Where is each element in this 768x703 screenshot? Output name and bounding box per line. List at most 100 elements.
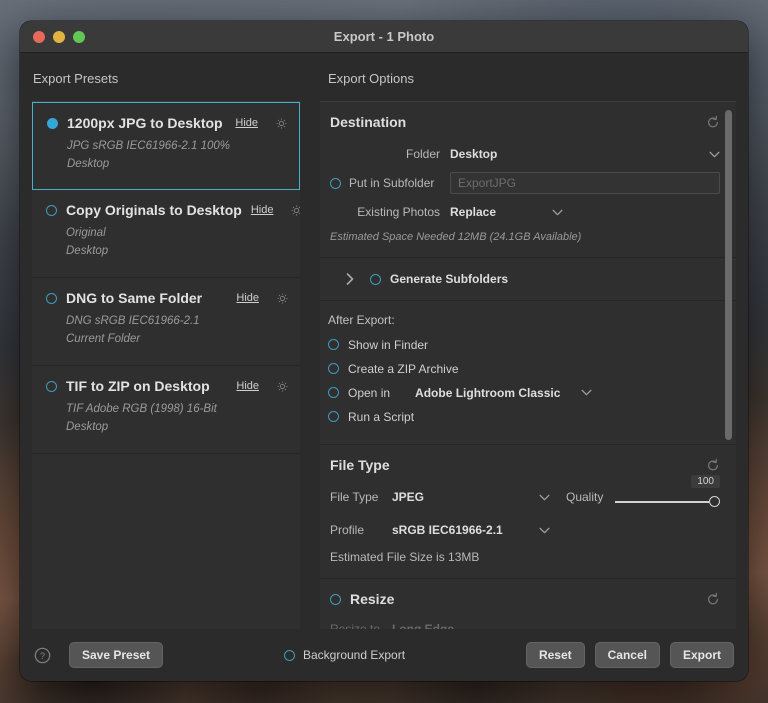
preset-radio[interactable] [47, 117, 58, 129]
gear-icon[interactable] [276, 118, 287, 129]
export-options-panel: Export Options Destination Folder Deskto… [312, 53, 748, 629]
reset-icon[interactable] [706, 458, 720, 472]
chevron-right-icon[interactable] [344, 273, 356, 285]
open-in-label: Open in [348, 385, 391, 400]
preset-subtitle-2: Current Folder [66, 333, 141, 345]
resize-title: Resize [350, 591, 395, 607]
after-export-panel: After Export: Show in Finder Create a ZI… [320, 301, 736, 445]
chevron-down-icon[interactable] [581, 389, 592, 396]
profile-row: Profile sRGB IEC61966-2.1 [330, 518, 720, 542]
preset-subtitle-2: Desktop [66, 421, 109, 433]
export-presets-panel: Export Presets 1200px JPG to Desktop Hid… [20, 53, 312, 629]
file-type-panel: File Type File Type JPEG Quality 100 Pro… [320, 445, 736, 579]
background-export-toggle[interactable]: Background Export [283, 648, 405, 662]
preset-radio[interactable] [46, 292, 57, 304]
export-dialog-window: Export - 1 Photo Export Presets 1200px J… [20, 21, 748, 681]
title-bar: Export - 1 Photo [20, 21, 748, 53]
dialog-body: Export Presets 1200px JPG to Desktop Hid… [20, 53, 748, 629]
file-type-label: File Type [330, 490, 379, 504]
run-a-script-radio[interactable] [328, 411, 339, 422]
generate-subfolders-label: Generate Subfolders [390, 272, 509, 286]
estimated-space-note: Estimated Space Needed 12MB (24.1GB Avai… [330, 231, 582, 243]
generate-subfolders-row[interactable]: Generate Subfolders [330, 272, 720, 286]
preset-item-dng-to-same-folder[interactable]: DNG to Same Folder Hide DNG sRGB IEC6196… [32, 278, 300, 366]
gear-icon[interactable] [277, 381, 288, 392]
dialog-footer: ? Save Preset Background Export Reset Ca… [20, 629, 748, 681]
svg-text:?: ? [40, 650, 45, 660]
chevron-down-icon [539, 494, 550, 500]
resize-to-label: Resize to [330, 622, 381, 629]
show-in-finder-radio[interactable] [328, 339, 339, 350]
preset-subtitle-1: Original [66, 227, 106, 239]
preset-hide-link[interactable]: Hide [251, 204, 274, 216]
profile-select[interactable]: sRGB IEC61966-2.1 [392, 523, 550, 537]
minimize-button[interactable] [53, 30, 65, 43]
window-controls [20, 30, 85, 43]
background-export-radio[interactable] [283, 649, 295, 661]
resize-to-value[interactable]: Long Edge [392, 622, 454, 629]
reset-icon[interactable] [706, 115, 720, 129]
preset-radio[interactable] [46, 204, 57, 216]
quality-label: Quality [566, 490, 604, 504]
preset-title: TIF to ZIP on Desktop [66, 378, 210, 394]
preset-list[interactable]: 1200px JPG to Desktop Hide JPG sRGB IEC6… [32, 101, 300, 629]
preset-list-empty-area [32, 454, 300, 604]
resize-to-row: Resize to Long Edge [330, 617, 720, 629]
quality-value: 100 [691, 474, 720, 488]
file-type-title: File Type [330, 457, 390, 473]
preset-header-row: 1200px JPG to Desktop Hide [47, 115, 287, 131]
subfolder-placeholder: ExportJPG [458, 176, 517, 190]
preset-hide-link[interactable]: Hide [236, 292, 259, 304]
file-type-value: JPEG [392, 490, 425, 504]
reset-button[interactable]: Reset [525, 642, 585, 668]
preset-subtitle-1: JPG sRGB IEC61966-2.1 100% [67, 140, 230, 152]
export-options-scroll-area[interactable]: Destination Folder Desktop Put in Subfol… [320, 101, 736, 629]
show-in-finder-label: Show in Finder [348, 337, 429, 352]
cancel-button[interactable]: Cancel [594, 642, 660, 668]
file-type-header: File Type [330, 457, 720, 473]
close-button[interactable] [33, 30, 45, 43]
run-a-script-label: Run a Script [348, 409, 415, 424]
put-in-subfolder-radio[interactable] [330, 177, 341, 189]
options-scrollbar[interactable] [725, 110, 732, 440]
gear-icon[interactable] [277, 293, 288, 304]
resize-panel: Resize Resize to Long Edge [320, 579, 736, 629]
zoom-button[interactable] [73, 30, 85, 43]
after-export-label: After Export: [328, 313, 395, 327]
quality-slider-knob[interactable] [709, 495, 720, 507]
after-export-option-show-in-finder[interactable]: Show in Finder [328, 334, 720, 355]
existing-photos-select[interactable]: Replace [450, 205, 563, 219]
subfolder-name-input[interactable]: ExportJPG [450, 172, 720, 194]
preset-header-row: DNG to Same Folder Hide [46, 290, 288, 306]
help-icon[interactable]: ? [34, 647, 51, 664]
export-button[interactable]: Export [669, 642, 734, 668]
preset-item-tif-to-zip-on-desktop[interactable]: TIF to ZIP on Desktop Hide TIF Adobe RGB… [32, 366, 300, 454]
file-type-select[interactable]: JPEG [392, 490, 550, 504]
gear-icon[interactable] [291, 205, 300, 216]
after-export-option-run-a-script[interactable]: Run a Script [328, 406, 720, 427]
folder-value: Desktop [450, 147, 498, 161]
existing-photos-label: Existing Photos [357, 205, 440, 219]
preset-subtitle-1: DNG sRGB IEC61966-2.1 [66, 315, 200, 327]
preset-item-copy-originals-to-desktop[interactable]: Copy Originals to Desktop Hide Original … [32, 190, 300, 278]
preset-title: DNG to Same Folder [66, 290, 203, 306]
generate-subfolders-radio[interactable] [370, 273, 381, 285]
reset-icon[interactable] [706, 592, 720, 606]
existing-photos-value: Replace [450, 205, 497, 219]
create-zip-archive-label: Create a ZIP Archive [348, 361, 459, 376]
preset-radio[interactable] [46, 380, 57, 392]
resize-radio[interactable] [330, 593, 341, 605]
quality-slider[interactable]: 100 [615, 474, 720, 507]
preset-hide-link[interactable]: Hide [235, 117, 258, 129]
folder-select[interactable]: Desktop [450, 147, 720, 161]
after-export-option-open-in[interactable]: Open in Adobe Lightroom Classic [328, 382, 720, 403]
preset-header-row: Copy Originals to Desktop Hide [46, 202, 300, 218]
after-export-option-create-zip-archive[interactable]: Create a ZIP Archive [328, 358, 720, 379]
preset-hide-link[interactable]: Hide [236, 380, 259, 392]
preset-item-1200px-jpg-to-desktop[interactable]: 1200px JPG to Desktop Hide JPG sRGB IEC6… [32, 102, 300, 190]
profile-label: Profile [330, 523, 365, 537]
quality-slider-track[interactable] [615, 500, 709, 503]
open-in-radio[interactable] [328, 387, 339, 398]
create-zip-archive-radio[interactable] [328, 363, 339, 374]
save-preset-button[interactable]: Save Preset [69, 642, 164, 668]
